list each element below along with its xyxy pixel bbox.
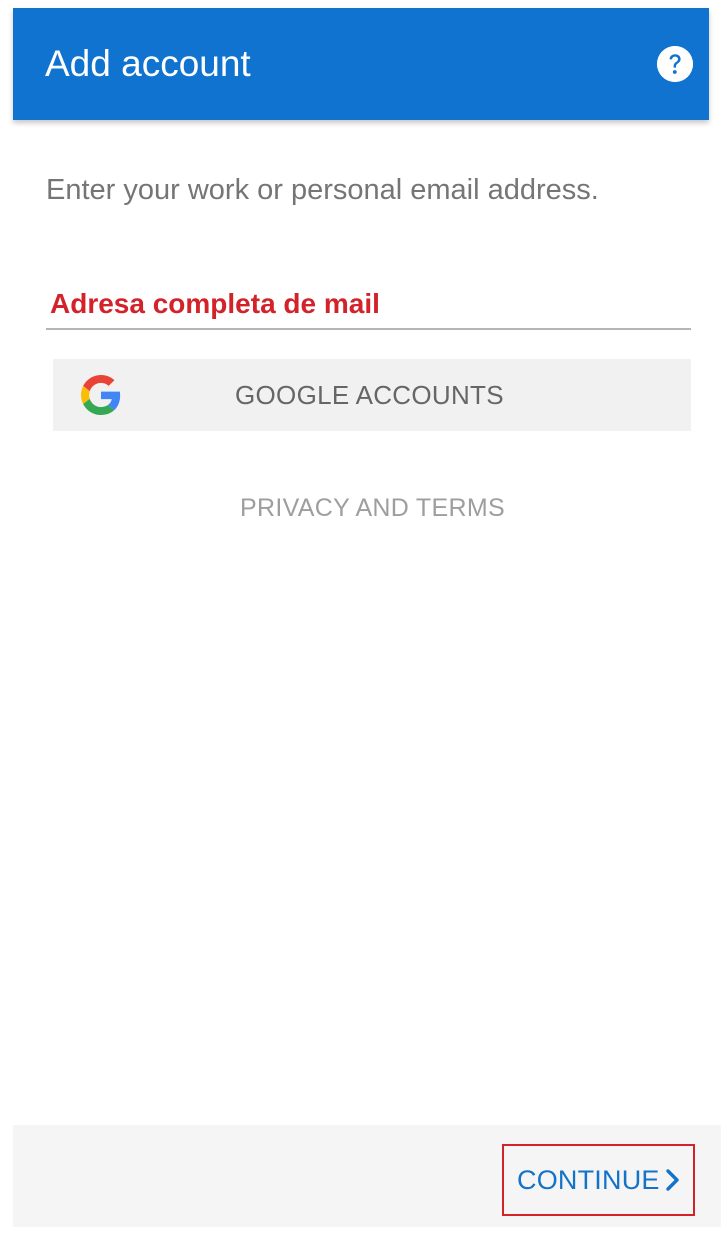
continue-label: CONTINUE (517, 1165, 660, 1195)
add-account-screen: Add account Enter your work or personal … (0, 0, 721, 1235)
email-field[interactable] (46, 280, 691, 330)
app-bar: Add account (13, 8, 709, 120)
bottom-bar: CONTINUE (13, 1125, 721, 1227)
help-button[interactable] (657, 46, 693, 82)
instruction-text: Enter your work or personal email addres… (46, 174, 599, 206)
email-input[interactable] (50, 284, 650, 324)
google-accounts-button[interactable]: GOOGLE ACCOUNTS (53, 359, 691, 431)
google-logo-icon (81, 375, 121, 415)
help-circle-icon (657, 46, 693, 82)
page-title: Add account (45, 43, 251, 84)
privacy-and-terms-link[interactable]: PRIVACY AND TERMS (0, 492, 721, 524)
chevron-right-icon (666, 1169, 679, 1191)
google-accounts-label: GOOGLE ACCOUNTS (235, 380, 504, 410)
continue-button[interactable]: CONTINUE (502, 1144, 695, 1216)
